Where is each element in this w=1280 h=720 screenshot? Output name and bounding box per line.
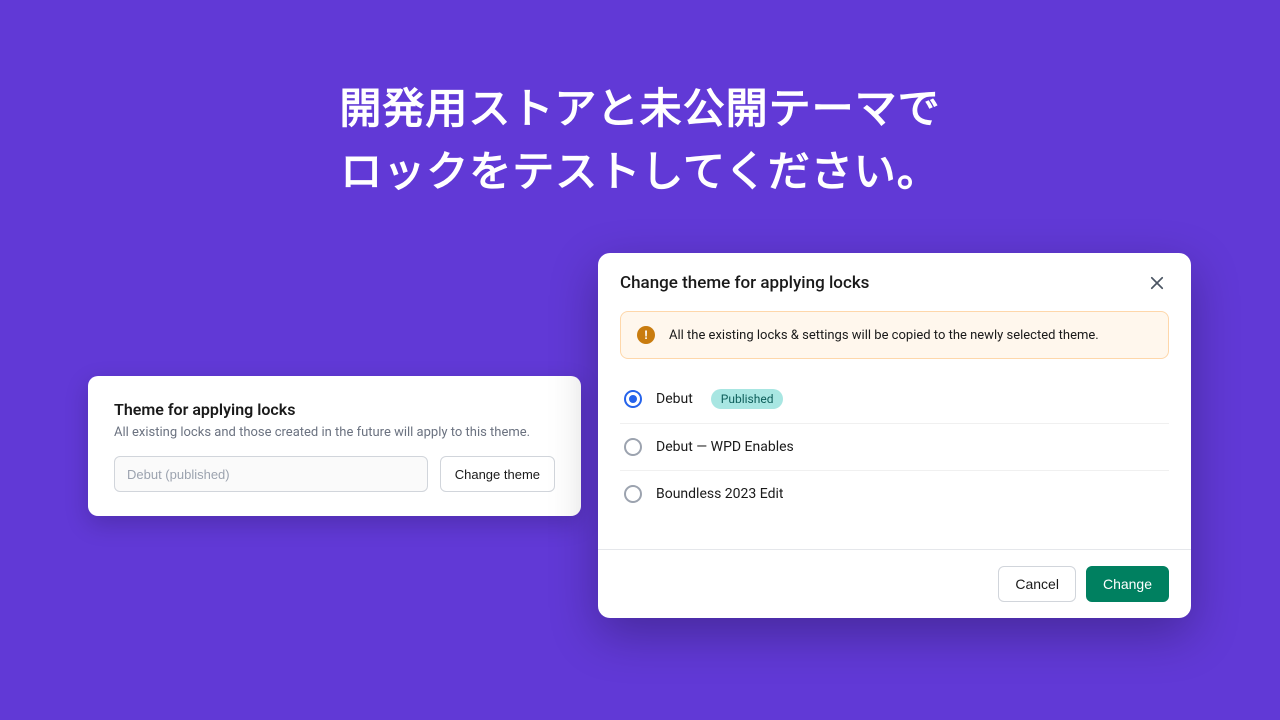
theme-list: Debut Published Debut — WPD Enables Boun… [620, 375, 1169, 517]
headline-line2: ロックをテストしてください。 [0, 141, 1280, 204]
info-banner: ! All the existing locks & settings will… [620, 311, 1169, 359]
close-button[interactable] [1145, 271, 1169, 295]
theme-label: Boundless 2023 Edit [656, 486, 783, 502]
theme-label: Debut — WPD Enables [656, 439, 794, 455]
theme-card: Theme for applying locks All existing lo… [88, 376, 581, 516]
theme-input[interactable] [114, 456, 428, 492]
headline-line1: 開発用ストアと未公開テーマで [0, 78, 1280, 141]
theme-option-debut[interactable]: Debut Published [620, 375, 1169, 424]
headline: 開発用ストアと未公開テーマで ロックをテストしてください。 [0, 78, 1280, 204]
info-icon: ! [637, 326, 655, 344]
published-badge: Published [711, 389, 784, 409]
cancel-button[interactable]: Cancel [998, 566, 1076, 602]
change-theme-button[interactable]: Change theme [440, 456, 555, 492]
theme-label: Debut [656, 391, 693, 407]
modal-body: ! All the existing locks & settings will… [598, 311, 1191, 525]
radio-icon [624, 390, 642, 408]
change-theme-modal: Change theme for applying locks ! All th… [598, 253, 1191, 618]
radio-icon [624, 485, 642, 503]
radio-icon [624, 438, 642, 456]
card-controls-row: Change theme [114, 456, 555, 492]
card-description: All existing locks and those created in … [114, 425, 555, 440]
info-banner-text: All the existing locks & settings will b… [669, 328, 1099, 343]
theme-option-boundless[interactable]: Boundless 2023 Edit [620, 471, 1169, 517]
close-icon [1148, 274, 1166, 292]
modal-title: Change theme for applying locks [620, 273, 869, 293]
theme-option-debut-wpd[interactable]: Debut — WPD Enables [620, 424, 1169, 471]
modal-footer: Cancel Change [598, 549, 1191, 618]
change-button[interactable]: Change [1086, 566, 1169, 602]
modal-header: Change theme for applying locks [598, 253, 1191, 311]
card-title: Theme for applying locks [114, 400, 555, 419]
